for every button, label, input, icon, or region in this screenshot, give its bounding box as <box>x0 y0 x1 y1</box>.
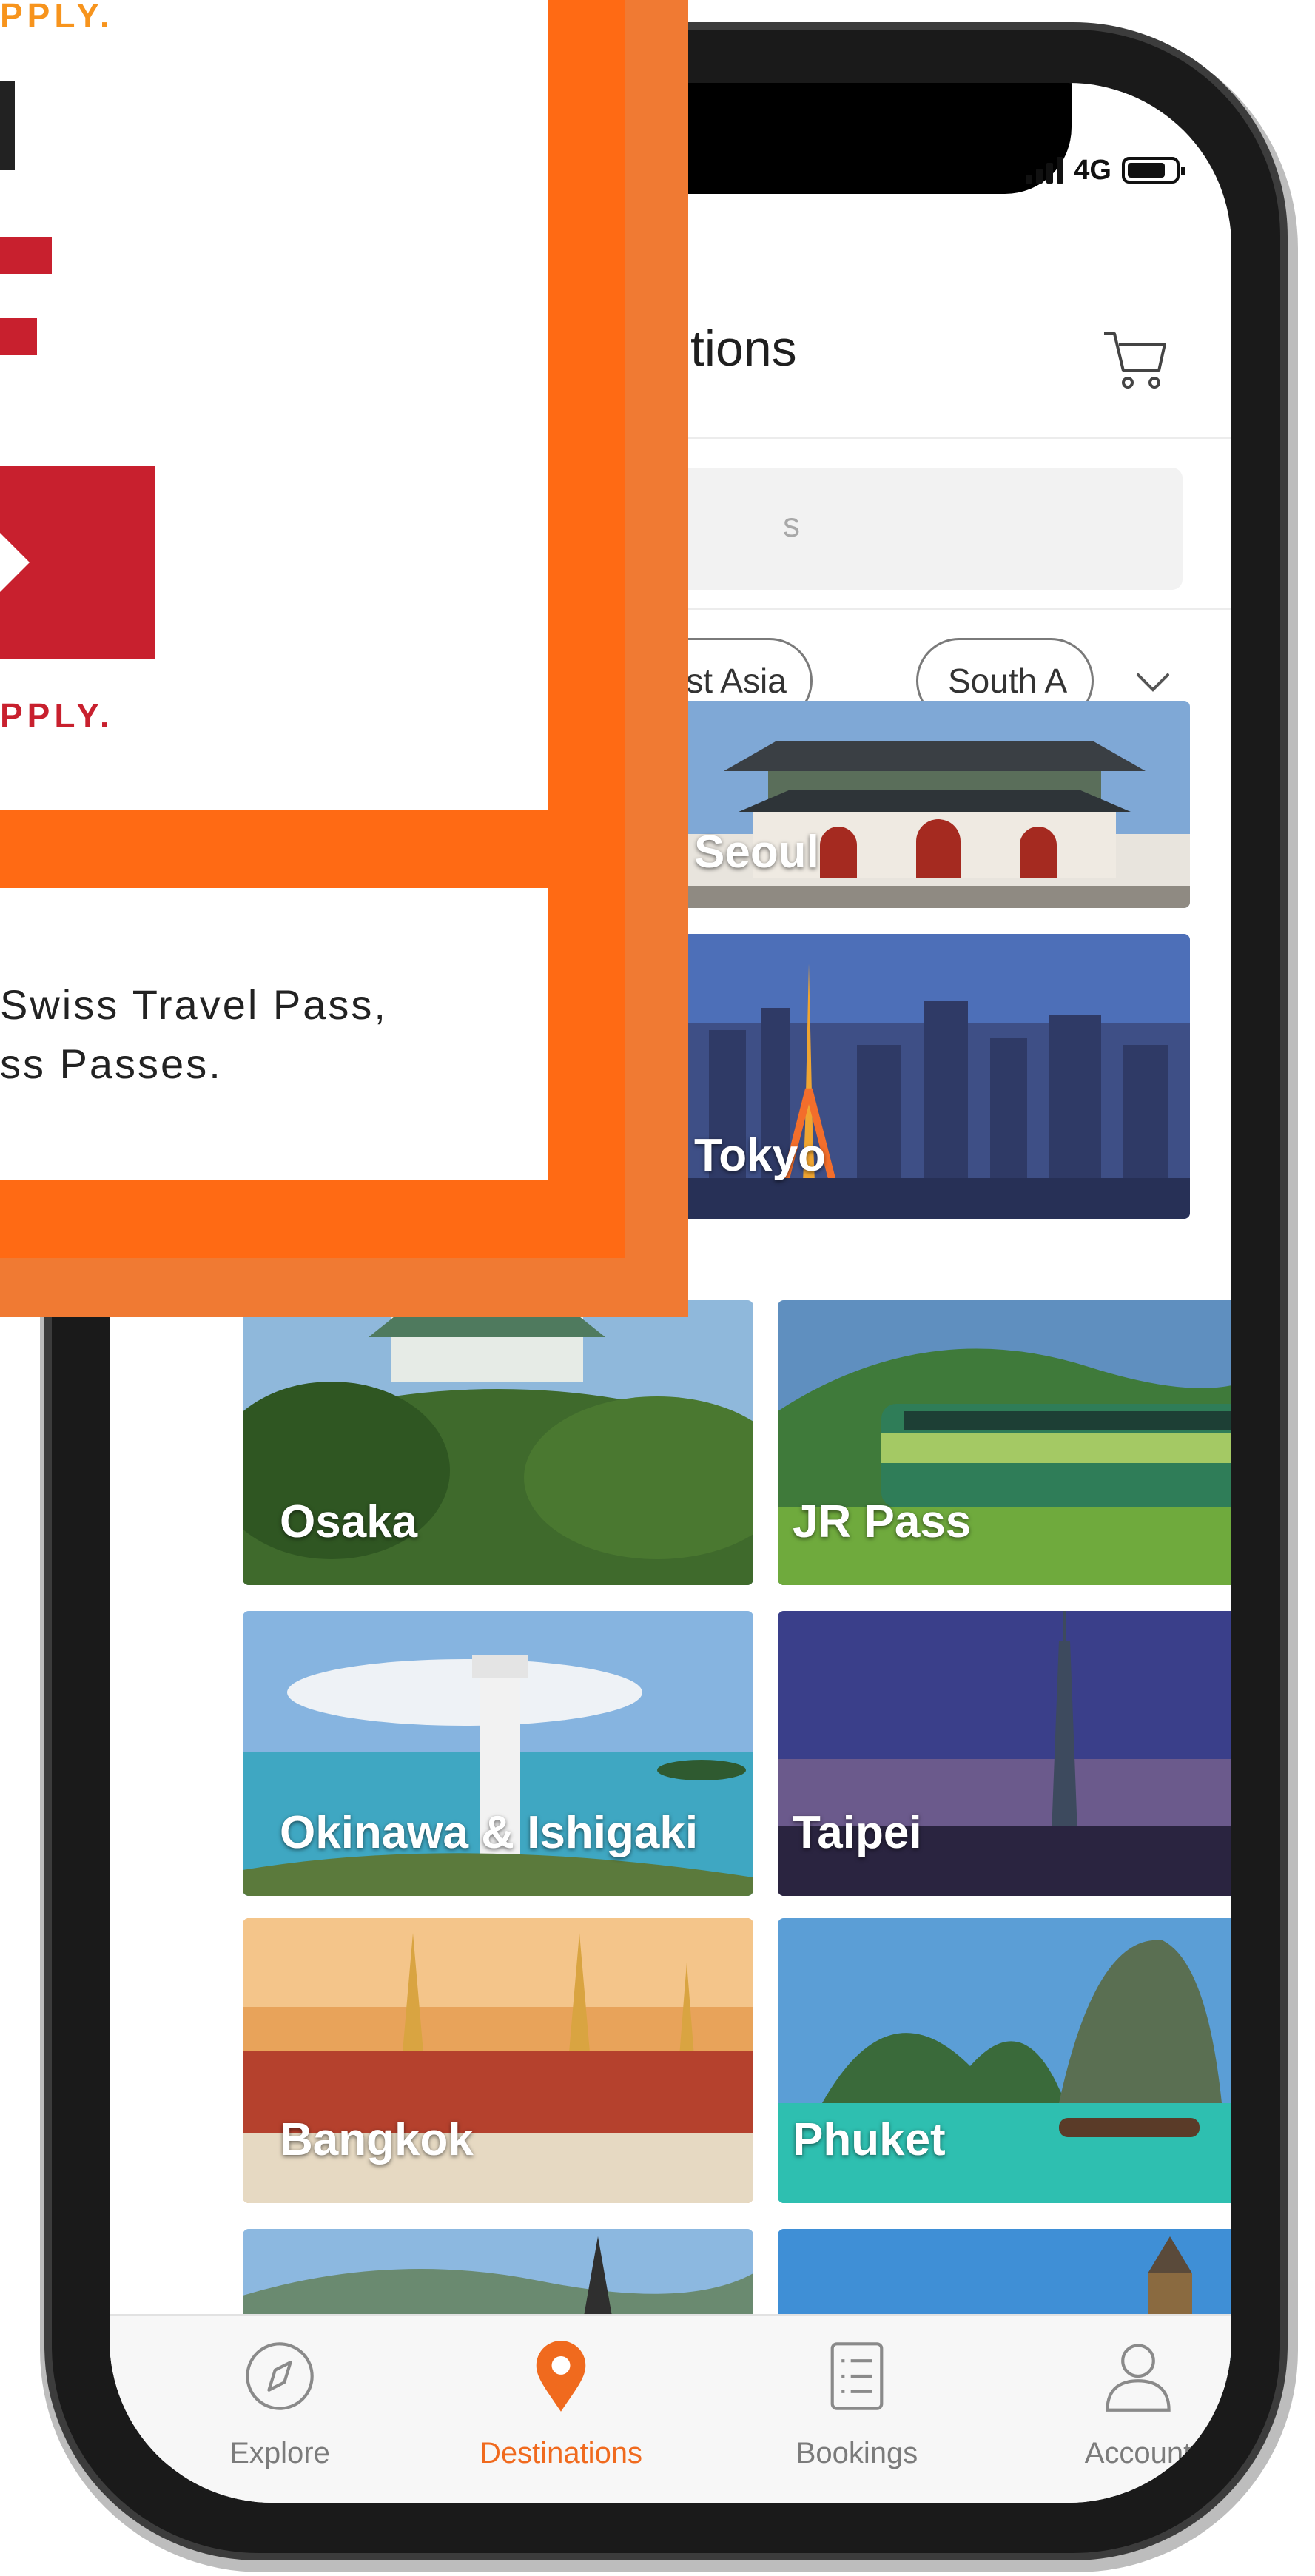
logo-bar-bottom <box>0 318 37 355</box>
status-bar: 4G <box>1026 148 1185 192</box>
promo-inner: PPLY. PPLY. Swiss Travel Pass, ss Passes… <box>0 0 625 1258</box>
promo-line-1: Swiss Travel Pass, <box>0 981 388 1028</box>
user-icon <box>1106 2344 1171 2412</box>
chevron-down-icon[interactable] <box>1131 660 1175 704</box>
bottom-tab-bar: Explore Destinations Bookings Account <box>110 2314 1231 2503</box>
promo-logo-card: PPLY. PPLY. <box>0 0 548 810</box>
destination-card-bangkok[interactable]: Bangkok <box>243 1918 753 2203</box>
logo-bar-top <box>0 237 52 274</box>
page-title: tions <box>690 320 797 377</box>
signal-icon <box>1026 157 1064 184</box>
destination-card-phuket[interactable]: Phuket <box>778 1918 1231 2203</box>
card-label: Taipei <box>793 1807 922 1858</box>
destination-card-jr-pass[interactable]: JR Pass <box>778 1300 1231 1585</box>
destination-card-taipei[interactable]: Taipei <box>778 1611 1231 1896</box>
card-label: Bangkok <box>280 2114 474 2165</box>
tab-account[interactable]: Account <box>1027 2338 1231 2486</box>
search-placeholder: s <box>783 505 800 544</box>
promo-line-2: ss Passes. <box>0 1040 223 1087</box>
promo-tagline-top: PPLY. <box>0 0 114 35</box>
card-label: Osaka <box>280 1496 418 1547</box>
network-label: 4G <box>1074 154 1111 186</box>
promo-text-card: Swiss Travel Pass, ss Passes. <box>0 888 548 1180</box>
card-label: Tokyo <box>694 1130 826 1181</box>
map-pin-icon <box>536 2341 586 2412</box>
destination-card-osaka[interactable]: Osaka <box>243 1300 753 1585</box>
card-label: Seoul <box>694 827 819 878</box>
promo-tagline-mid: PPLY. <box>0 696 114 735</box>
card-label: Okinawa & Ishigaki <box>280 1807 699 1858</box>
list-icon <box>830 2342 884 2410</box>
tab-label: Bookings <box>796 2437 918 2469</box>
tab-label: Explore <box>229 2437 330 2469</box>
compass-icon <box>246 2342 314 2410</box>
destination-card-seoul[interactable]: Seoul <box>679 701 1190 908</box>
tab-bookings[interactable]: Bookings <box>746 2338 968 2486</box>
card-label: Phuket <box>793 2114 946 2165</box>
card-label: JR Pass <box>793 1496 972 1547</box>
tab-destinations[interactable]: Destinations <box>450 2338 672 2486</box>
tab-label: Account <box>1084 2437 1192 2469</box>
logo-mark <box>0 81 15 170</box>
battery-icon <box>1122 157 1185 184</box>
destination-card-tokyo[interactable]: Tokyo <box>679 934 1190 1219</box>
promo-overlay: PPLY. PPLY. Swiss Travel Pass, ss Passes… <box>0 0 688 1317</box>
tab-label: Destinations <box>479 2437 643 2469</box>
logo-arrow <box>0 533 30 592</box>
destination-card-okinawa-ishigaki[interactable]: Okinawa & Ishigaki <box>243 1611 753 1896</box>
tab-explore[interactable]: Explore <box>169 2338 391 2486</box>
cart-icon[interactable] <box>1098 323 1172 397</box>
